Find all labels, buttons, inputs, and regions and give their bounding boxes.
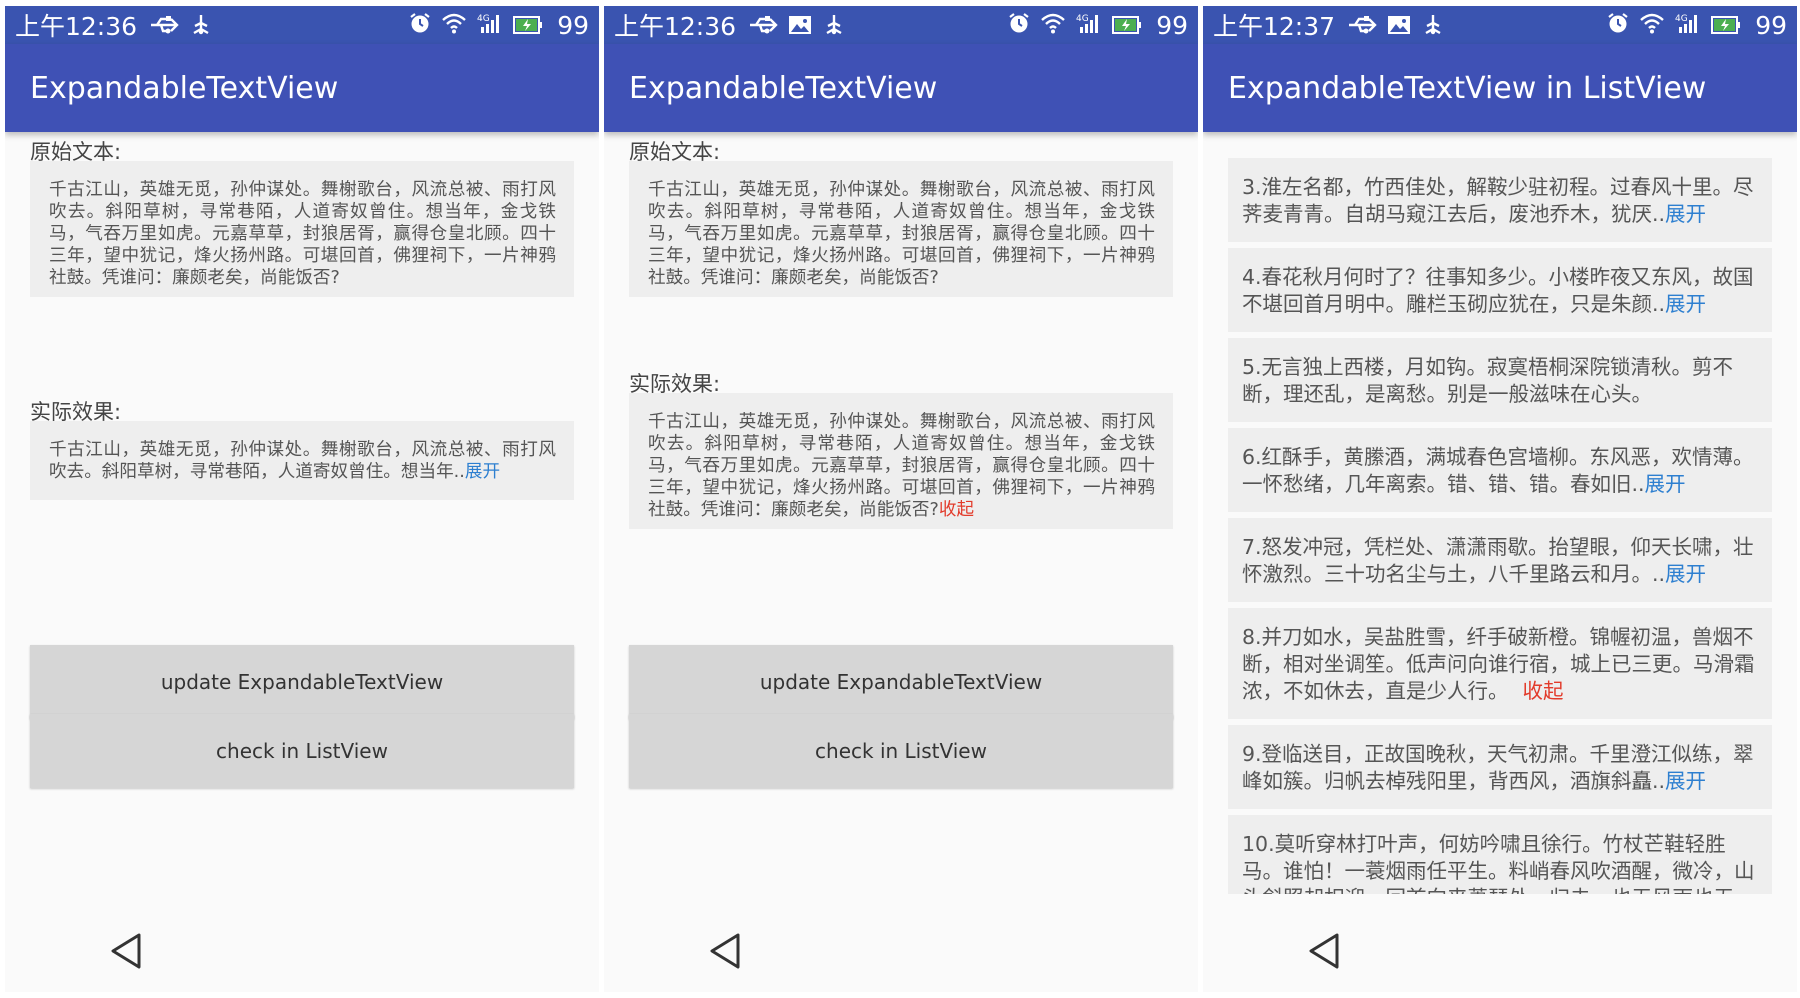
list-item[interactable]: 3.淮左名都，竹西佳处，解鞍少驻初程。过春风十里。尽荠麦青青。自胡马窥江去后，废… <box>1228 158 1772 242</box>
navigation-bar <box>1203 918 1797 992</box>
battery-charging-icon <box>1112 11 1142 40</box>
usb-icon <box>822 13 846 37</box>
usb-debug-icon <box>1347 14 1377 36</box>
original-text-box: 千古江山，英雄无觅，孙仲谋处。舞榭歌台，风流总被、雨打风吹去。斜阳草树，寻常巷陌… <box>30 161 574 297</box>
navigation-bar <box>604 918 1198 992</box>
expandable-text-view[interactable]: 千古江山，英雄无觅，孙仲谋处。舞榭歌台，风流总被、雨打风吹去。斜阳草树，寻常巷陌… <box>629 393 1173 529</box>
battery-level: 99 <box>1755 10 1787 40</box>
status-time: 上午12:36 <box>614 12 737 41</box>
wifi-icon <box>1639 11 1665 40</box>
check-in-listview-button[interactable]: check in ListView <box>629 714 1173 788</box>
svg-text:4G: 4G <box>477 14 490 24</box>
phone-screen-collapsed: 上午12:36 4G 99 ExpandableTextView 原始文本: 千… <box>5 6 599 992</box>
expand-toggle[interactable]: 展开 <box>1645 472 1686 496</box>
wifi-icon <box>1040 11 1066 40</box>
phone-screen-expanded: 上午12:36 4G 99 ExpandableTextView 原始文本: 千… <box>604 6 1198 992</box>
original-text-box: 千古江山，英雄无觅，孙仲谋处。舞榭歌台，风流总被、雨打风吹去。斜阳草树，寻常巷陌… <box>629 161 1173 297</box>
poem-list-view[interactable]: 3.淮左名都，竹西佳处，解鞍少驻初程。过春风十里。尽荠麦青青。自胡马窥江去后，废… <box>1228 158 1772 894</box>
signal-4g-icon: 4G <box>1076 11 1102 40</box>
signal-4g-icon: 4G <box>1675 11 1701 40</box>
signal-4g-icon: 4G <box>477 11 503 40</box>
battery-charging-icon <box>513 11 543 40</box>
list-item-text: 8.并刀如水，吴盐胜雪，纤手破新橙。锦幄初温，兽烟不断，相对坐调笙。低声问向谁行… <box>1242 625 1755 703</box>
status-bar: 上午12:37 4G 99 <box>1203 6 1797 44</box>
battery-level: 99 <box>1156 10 1188 40</box>
battery-level: 99 <box>557 10 589 40</box>
navigation-bar <box>5 918 599 992</box>
svg-text:4G: 4G <box>1675 14 1688 24</box>
image-icon <box>788 14 812 36</box>
list-item[interactable]: 9.登临送目，正故国晚秋，天气初肃。千里澄江似练，翠峰如簇。归帆去棹残阳里，背西… <box>1228 725 1772 809</box>
phone-screen-listview: 上午12:37 4G 99 ExpandableTextView in List… <box>1203 6 1797 992</box>
app-toolbar-title: ExpandableTextView <box>5 44 599 132</box>
list-item-text: 10.莫听穿林打叶声，何妨吟啸且徐行。竹杖芒鞋轻胜马。谁怕！一蓑烟雨任平生。料峭… <box>1242 832 1755 894</box>
expand-toggle[interactable]: 展开 <box>1665 562 1706 586</box>
collapse-toggle[interactable]: 收起 <box>939 500 974 520</box>
usb-debug-icon <box>149 14 179 36</box>
collapse-toggle[interactable]: 收起 <box>1523 679 1564 703</box>
usb-icon <box>1421 13 1445 37</box>
svg-text:4G: 4G <box>1076 14 1089 24</box>
list-item-text: 5.无言独上西楼，月如钩。寂寞梧桐深院锁清秋。剪不断，理还乱，是离愁。别是一般滋… <box>1242 355 1734 406</box>
expand-toggle[interactable]: 展开 <box>1665 769 1706 793</box>
status-time: 上午12:37 <box>1213 12 1336 41</box>
status-bar: 上午12:36 4G 99 <box>5 6 599 44</box>
expand-toggle[interactable]: 展开 <box>1665 292 1706 316</box>
image-icon <box>1387 14 1411 36</box>
alarm-icon <box>409 11 431 40</box>
check-in-listview-button[interactable]: check in ListView <box>30 714 574 788</box>
alarm-icon <box>1607 11 1629 40</box>
list-item[interactable]: 5.无言独上西楼，月如钩。寂寞梧桐深院锁清秋。剪不断，理还乱，是离愁。别是一般滋… <box>1228 338 1772 422</box>
expand-toggle[interactable]: 展开 <box>1665 202 1706 226</box>
alarm-icon <box>1008 11 1030 40</box>
back-icon[interactable] <box>708 932 742 974</box>
battery-charging-icon <box>1711 11 1741 40</box>
back-icon[interactable] <box>1307 932 1341 974</box>
status-bar: 上午12:36 4G 99 <box>604 6 1198 44</box>
wifi-icon <box>441 11 467 40</box>
list-item[interactable]: 10.莫听穿林打叶声，何妨吟啸且徐行。竹杖芒鞋轻胜马。谁怕！一蓑烟雨任平生。料峭… <box>1228 815 1772 894</box>
expandable-text-content: 千古江山，英雄无觅，孙仲谋处。舞榭歌台，风流总被、雨打风吹去。斜阳草树，寻常巷陌… <box>648 412 1155 520</box>
usb-icon <box>189 13 213 37</box>
list-item[interactable]: 6.红酥手，黄縢酒，满城春色宫墙柳。东风恶，欢情薄。一怀愁绪，几年离索。错、错、… <box>1228 428 1772 512</box>
list-item[interactable]: 8.并刀如水，吴盐胜雪，纤手破新橙。锦幄初温，兽烟不断，相对坐调笙。低声问向谁行… <box>1228 608 1772 719</box>
list-item[interactable]: 4.春花秋月何时了？往事知多少。小楼昨夜又东风，故国不堪回首月明中。雕栏玉砌应犹… <box>1228 248 1772 332</box>
usb-debug-icon <box>748 14 778 36</box>
expandable-text-view[interactable]: 千古江山，英雄无觅，孙仲谋处。舞榭歌台，风流总被、雨打风吹去。斜阳草树，寻常巷陌… <box>30 421 574 500</box>
update-expandable-textview-button[interactable]: update ExpandableTextView <box>30 645 574 719</box>
list-item[interactable]: 7.怒发冲冠，凭栏处、潇潇雨歇。抬望眼，仰天长啸，壮怀激烈。三十功名尘与土，八千… <box>1228 518 1772 602</box>
back-icon[interactable] <box>109 932 143 974</box>
app-toolbar-title: ExpandableTextView in ListView <box>1203 44 1797 132</box>
app-toolbar-title: ExpandableTextView <box>604 44 1198 132</box>
expand-toggle[interactable]: 展开 <box>465 462 500 482</box>
status-time: 上午12:36 <box>15 12 138 41</box>
update-expandable-textview-button[interactable]: update ExpandableTextView <box>629 645 1173 719</box>
